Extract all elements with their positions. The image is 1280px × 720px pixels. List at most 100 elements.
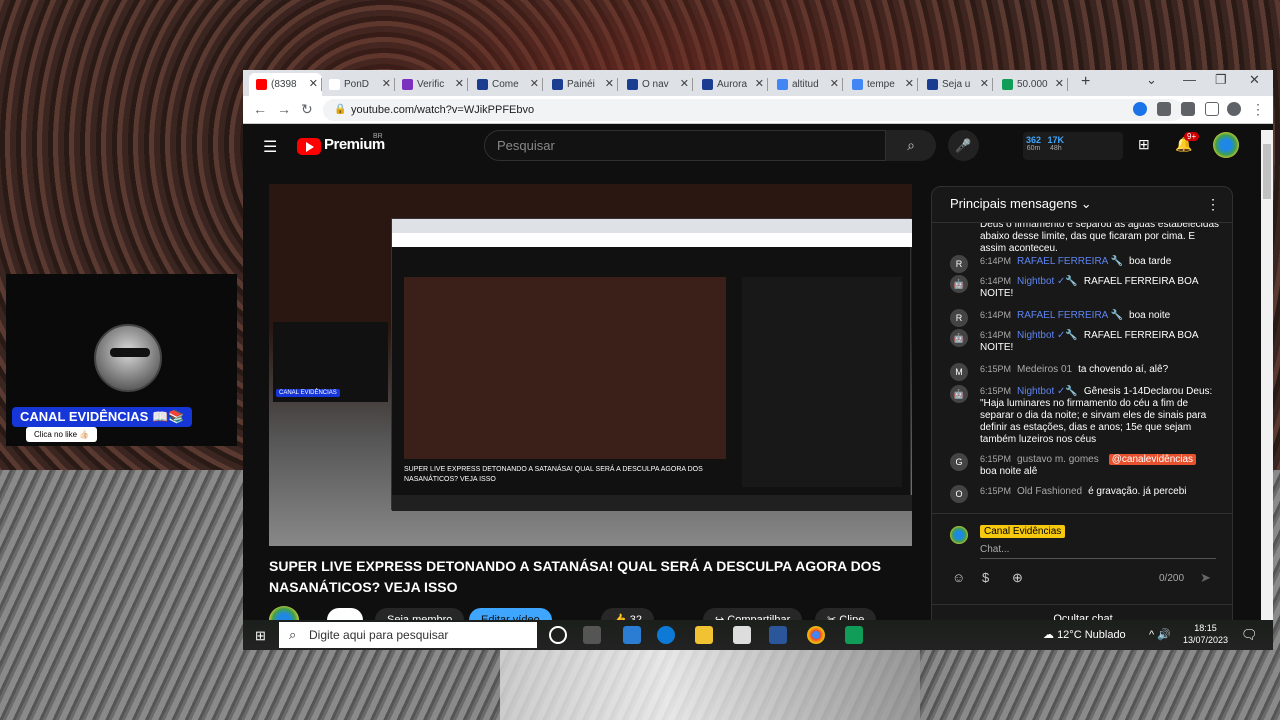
chat-author[interactable]: Old Fashioned [1017,486,1082,497]
chat-avatar[interactable]: 🤖 [950,329,968,347]
browser-tab[interactable]: altitud ✕ [770,73,843,96]
extensions-puzzle-icon[interactable] [1157,102,1171,116]
mail-icon[interactable] [623,626,641,644]
tab-close-icon[interactable]: ✕ [382,73,391,96]
word-icon[interactable] [769,626,787,644]
chat-avatar[interactable]: 🤖 [950,385,968,403]
streamer-avatar [94,324,162,392]
chat-avatar[interactable]: R [950,255,968,273]
profile-icon[interactable] [1227,102,1241,116]
tab-search-icon[interactable]: ⌄ [1146,72,1157,88]
tab-close-icon[interactable]: ✕ [830,73,839,96]
edge-icon[interactable] [657,626,675,644]
reload-icon[interactable]: ↻ [301,101,313,118]
file-explorer-icon[interactable] [695,626,713,644]
minimize-button[interactable]: — [1183,72,1196,87]
send-icon[interactable]: ➤ [1200,570,1211,586]
create-video-icon[interactable]: ⊞ [1138,136,1150,153]
page-scrollbar[interactable] [1261,130,1273,620]
chat-avatar[interactable]: M [950,363,968,381]
chat-author[interactable]: Medeiros 01 [1017,364,1072,375]
forward-icon[interactable]: → [277,101,291,117]
chat-avatar[interactable]: O [950,485,968,503]
super-chat-icon[interactable]: $ [982,570,989,585]
browser-tab[interactable]: Seja u ✕ [920,73,993,96]
chat-author[interactable]: RAFAEL FERREIRA 🔧 [1017,310,1123,321]
chat-author[interactable]: Nightbot ✓🔧 [1017,276,1078,287]
app-icon[interactable] [845,626,863,644]
tab-label: tempe [867,79,895,90]
tab-close-icon[interactable]: ✕ [755,73,764,96]
browser-tab[interactable]: PonD ✕ [322,73,395,96]
search-icon: ⌕ [289,627,297,642]
microphone-icon[interactable]: 🎤 [948,130,979,161]
media-control-icon[interactable] [1181,102,1195,116]
store-icon[interactable] [733,626,751,644]
chat-author[interactable]: RAFAEL FERREIRA 🔧 [1017,256,1123,267]
chat-mention: @canalevidências [1108,454,1197,465]
tab-close-icon[interactable]: ✕ [980,73,989,96]
windows-start-icon[interactable]: ⊞ [255,628,266,644]
url-field[interactable]: 🔒 youtube.com/watch?v=WJikPPFEbvo [323,99,1183,121]
search-input[interactable]: Pesquisar [484,130,886,161]
notifications-bell-icon[interactable]: 🔔 9+ [1175,132,1200,153]
emoji-icon[interactable]: ☺ [952,570,965,585]
my-avatar [950,526,968,544]
browser-tab[interactable]: tempe ✕ [845,73,918,96]
stats-extension[interactable]: 362 60m 17K 48h [1023,132,1123,160]
browser-tab[interactable]: Come ✕ [470,73,543,96]
notification-badge: 9+ [1184,132,1200,141]
back-icon[interactable]: ← [253,101,267,117]
tab-close-icon[interactable]: ✕ [455,73,464,96]
chat-filter-dropdown[interactable]: Principais mensagens ⌄ ⋮ [932,187,1232,223]
chat-time: 6:15PM [980,454,1012,464]
chrome-icon[interactable] [807,626,825,644]
taskbar-search-input[interactable]: ⌕ Digite aqui para pesquisar [279,622,537,648]
tab-close-icon[interactable]: ✕ [309,73,318,96]
account-avatar[interactable] [1213,132,1239,158]
browser-tab[interactable]: 50.000 ✕ [995,73,1068,96]
weather-text: 12°C Nublado [1057,629,1126,641]
action-center-icon[interactable]: 🗨 [1241,627,1258,643]
close-window-button[interactable]: ✕ [1249,72,1260,88]
youtube-header: ☰ Premium BR Pesquisar ⌕ 🎤 362 60m 17K 48h… [243,124,1273,169]
sidepanel-icon[interactable] [1205,102,1219,116]
tab-close-icon[interactable]: ✕ [680,73,689,96]
chat-avatar[interactable]: G [950,453,968,471]
chrome-menu-icon[interactable]: ⋮ [1251,101,1265,118]
nested-webcam: CANAL EVIDÊNCIAS [273,322,388,402]
browser-tab[interactable]: Painéi ✕ [545,73,618,96]
hamburger-menu-icon[interactable]: ☰ [263,137,277,157]
chat-avatar[interactable]: R [950,309,968,327]
extension-icon[interactable] [1133,102,1147,116]
chat-author[interactable]: Nightbot ✓🔧 [1017,330,1078,341]
tab-close-icon[interactable]: ✕ [905,73,914,96]
browser-tab[interactable]: O nav ✕ [620,73,693,96]
clock-date: 13/07/2023 [1183,635,1229,645]
search-icon[interactable]: ⌕ [886,130,936,161]
taskbar-search-text: Digite aqui para pesquisar [309,628,449,642]
system-tray-icons[interactable]: ^ 🔊 [1149,628,1171,641]
tab-favicon-icon [852,79,863,90]
browser-tab[interactable]: (8398 ✕ [249,73,322,96]
tab-strip: (8398 ✕ PonD ✕ Verific ✕ Come ✕ Painéi ✕ O nav ✕ Aur… [243,70,1273,96]
maximize-button[interactable]: ❐ [1215,72,1227,88]
video-player[interactable]: SUPER LIVE EXPRESS DETONANDO A SATANÁSA!… [269,184,912,546]
tab-close-icon[interactable]: ✕ [605,73,614,96]
cortana-icon[interactable] [549,626,567,644]
add-icon[interactable]: ⊕ [1012,570,1023,586]
chat-more-icon[interactable]: ⋮ [1206,187,1220,221]
new-tab-button[interactable]: + [1081,73,1090,91]
tab-close-icon[interactable]: ✕ [1055,73,1064,96]
weather-widget[interactable]: ☁ 12°C Nublado [1043,628,1126,641]
nested-channel-label: CANAL EVIDÊNCIAS [276,389,340,397]
browser-tab[interactable]: Aurora ✕ [695,73,768,96]
chat-input[interactable]: Chat... [980,544,1216,559]
chat-author[interactable]: gustavo m. gomes [1017,454,1099,465]
browser-tab[interactable]: Verific ✕ [395,73,468,96]
tab-close-icon[interactable]: ✕ [530,73,539,96]
chat-author[interactable]: Nightbot ✓🔧 [1017,386,1078,397]
task-view-icon[interactable] [583,626,601,644]
taskbar-clock[interactable]: 18:15 13/07/2023 [1183,622,1228,646]
chat-avatar[interactable]: 🤖 [950,275,968,293]
